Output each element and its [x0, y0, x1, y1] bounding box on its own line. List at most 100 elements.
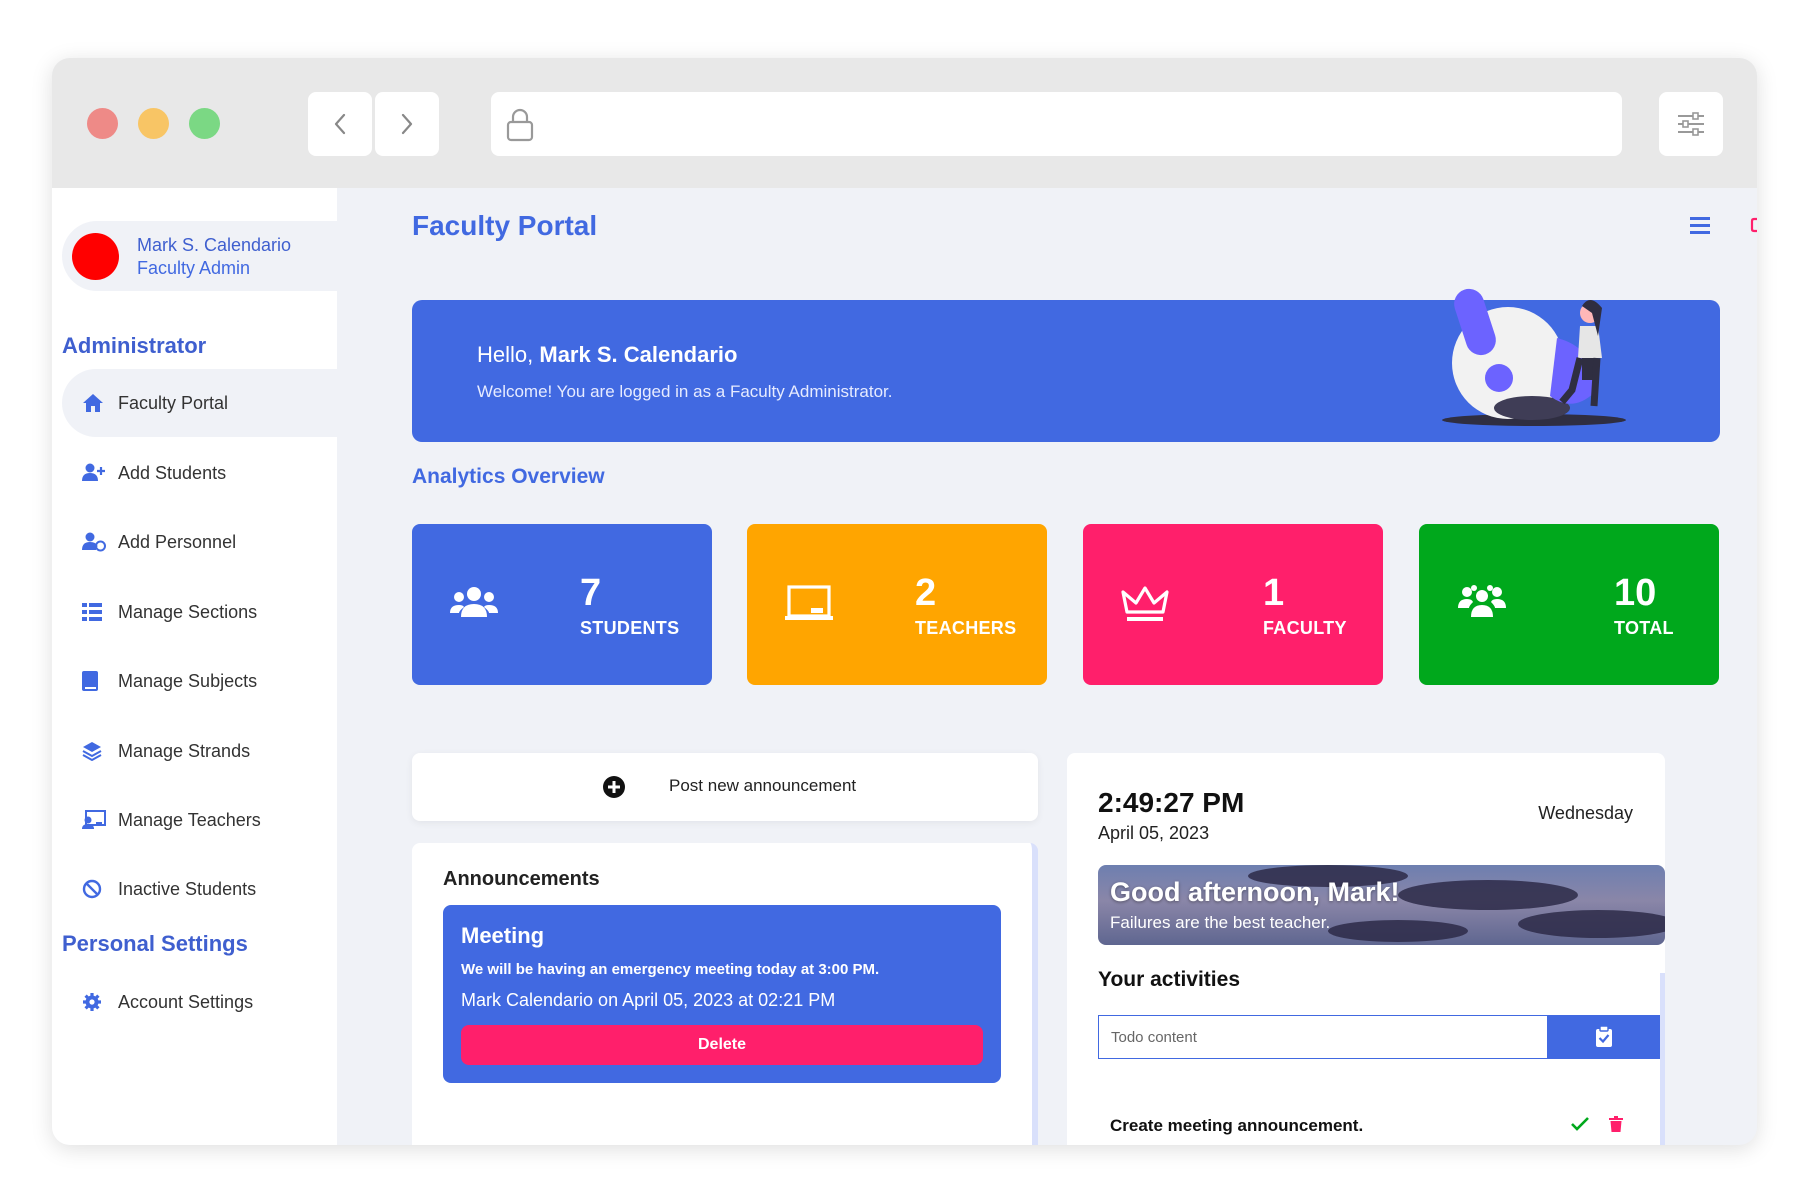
greeting-heading: Good afternoon, Mark!	[1110, 877, 1400, 907]
sidebar-item-label: Manage Sections	[118, 601, 258, 622]
sidebar-heading-administrator: Administrator	[62, 333, 207, 358]
stat-value: 7	[580, 572, 602, 614]
chevron-right-icon	[401, 113, 413, 135]
post-announcement-button[interactable]: Post new announcement	[412, 753, 1038, 821]
sidebar-item-manage-sections[interactable]: Manage Sections	[62, 578, 337, 646]
greeting-card: Good afternoon, Mark! Failures are the b…	[1098, 865, 1665, 945]
announcement-body: We will be having an emergency meeting t…	[461, 961, 880, 978]
sidebar: Mark S. Calendario Faculty Admin Adminis…	[52, 188, 337, 1145]
trash-icon[interactable]	[1609, 1116, 1623, 1132]
sidebar-item-inactive-students[interactable]: Inactive Students	[62, 855, 337, 923]
minimize-window-button[interactable]	[138, 108, 169, 139]
stat-card-total[interactable]: 10 TOTAL	[1419, 524, 1719, 694]
sidebar-item-label: Add Personnel	[118, 531, 237, 552]
delete-announcement-button[interactable]: Delete	[461, 1025, 983, 1065]
banner-hello: Hello,	[477, 342, 534, 367]
layers-icon	[82, 740, 106, 762]
cloud-decoration	[1518, 910, 1665, 938]
sidebar-item-account-settings[interactable]: Account Settings	[62, 968, 337, 1036]
check-icon[interactable]	[1571, 1117, 1589, 1131]
activities-scrollbar[interactable]	[1660, 973, 1665, 1145]
sidebar-item-label: Manage Teachers	[118, 809, 261, 830]
announcements-panel: Announcements Meeting We will be having …	[412, 843, 1038, 1145]
chalkboard-teacher-icon	[82, 809, 106, 831]
stat-card-faculty[interactable]: 1 FACULTY	[1083, 524, 1383, 694]
sliders-icon	[1678, 112, 1704, 136]
card-glow	[1459, 654, 1679, 694]
stat-value: 2	[915, 572, 937, 614]
card-glow	[452, 654, 672, 694]
activities-title: Your activities	[1098, 968, 1240, 991]
clock-date: April 05, 2023	[1098, 823, 1210, 843]
banner-user-name: Mark S. Calendario	[539, 342, 738, 367]
menu-button[interactable]	[1690, 216, 1710, 239]
sidebar-heading-personal-settings: Personal Settings	[62, 931, 248, 956]
group-icon	[1458, 585, 1506, 617]
back-button[interactable]	[308, 92, 372, 156]
stat-label: FACULTY	[1263, 618, 1347, 638]
browser-window: Mark S. Calendario Faculty Admin Adminis…	[52, 58, 1757, 1145]
greeting-quote: Failures are the best teacher.	[1110, 913, 1331, 932]
clock-activities-panel: 2:49:27 PM April 05, 2023 Wednesday Good…	[1067, 753, 1665, 1145]
chalkboard-icon	[785, 585, 833, 620]
crown-icon	[1121, 586, 1169, 621]
sidebar-item-add-students[interactable]: Add Students	[62, 439, 337, 507]
sidebar-item-add-personnel[interactable]: Add Personnel	[62, 508, 337, 576]
clock-day: Wednesday	[1538, 803, 1633, 823]
stat-card-students[interactable]: 7 STUDENTS	[412, 524, 712, 694]
banner-greeting: Hello, Mark S. Calendario	[477, 342, 737, 368]
address-bar[interactable]	[491, 92, 1622, 156]
sidebar-item-manage-teachers[interactable]: Manage Teachers	[62, 786, 337, 854]
clipboard-check-icon	[1596, 1026, 1612, 1047]
announcements-title: Announcements	[443, 868, 600, 890]
list-icon	[82, 601, 106, 623]
stat-label: STUDENTS	[580, 618, 680, 638]
browser-titlebar	[52, 58, 1757, 188]
page-title: Faculty Portal	[412, 210, 598, 241]
profile-name: Mark S. Calendario	[137, 235, 292, 255]
announcement-meta: Mark Calendario on April 05, 2023 at 02:…	[461, 990, 836, 1010]
cloud-decoration	[1398, 880, 1578, 910]
sidebar-item-label: Faculty Portal	[118, 392, 229, 413]
post-announcement-label: Post new announcement	[669, 776, 857, 795]
profile-role: Faculty Admin	[137, 258, 251, 278]
stat-card-teachers[interactable]: 2 TEACHERS	[747, 524, 1047, 694]
analytics-title: Analytics Overview	[412, 465, 605, 488]
announcement-heading: Meeting	[461, 923, 545, 948]
ban-icon	[82, 878, 106, 900]
maximize-window-button[interactable]	[189, 108, 220, 139]
clock-time: 2:49:27 PM	[1098, 787, 1245, 818]
book-icon	[82, 670, 106, 692]
sidebar-item-label: Add Students	[118, 462, 227, 483]
sidebar-item-faculty-portal[interactable]: Faculty Portal	[62, 369, 337, 437]
hamburger-icon	[1690, 217, 1710, 234]
welcome-illustration	[1442, 288, 1626, 426]
sidebar-item-manage-subjects[interactable]: Manage Subjects	[62, 647, 337, 715]
logout-button[interactable]	[1750, 216, 1757, 239]
sidebar-item-manage-strands[interactable]: Manage Strands	[62, 717, 337, 785]
forward-button[interactable]	[375, 92, 439, 156]
user-plus-icon	[82, 462, 106, 484]
home-icon	[82, 392, 106, 414]
todo-input[interactable]: Todo content	[1098, 1015, 1548, 1059]
card-glow	[787, 654, 1007, 694]
announcement-card: Meeting We will be having an emergency m…	[443, 905, 1001, 1083]
banner-welcome-text: Welcome! You are logged in as a Faculty …	[477, 382, 893, 401]
stat-label: TEACHERS	[915, 618, 1017, 638]
sidebar-item-label: Inactive Students	[118, 878, 257, 899]
close-window-button[interactable]	[87, 108, 118, 139]
sign-out-icon	[1750, 217, 1757, 233]
chevron-left-icon	[334, 113, 346, 135]
stat-label: TOTAL	[1614, 618, 1674, 638]
main-content: Faculty Portal Hello, Mark S. Calendario…	[337, 188, 1757, 1145]
browser-settings-button[interactable]	[1659, 92, 1723, 156]
cloud-decoration	[1328, 920, 1468, 942]
todo-item-text: Create meeting announcement.	[1110, 1116, 1364, 1135]
user-profile[interactable]: Mark S. Calendario Faculty Admin	[62, 221, 337, 291]
stat-value: 10	[1614, 572, 1657, 614]
users-icon	[450, 587, 498, 617]
avatar	[72, 233, 119, 280]
add-todo-button[interactable]	[1548, 1015, 1660, 1059]
lock-icon	[506, 108, 534, 142]
stat-value: 1	[1263, 572, 1285, 614]
